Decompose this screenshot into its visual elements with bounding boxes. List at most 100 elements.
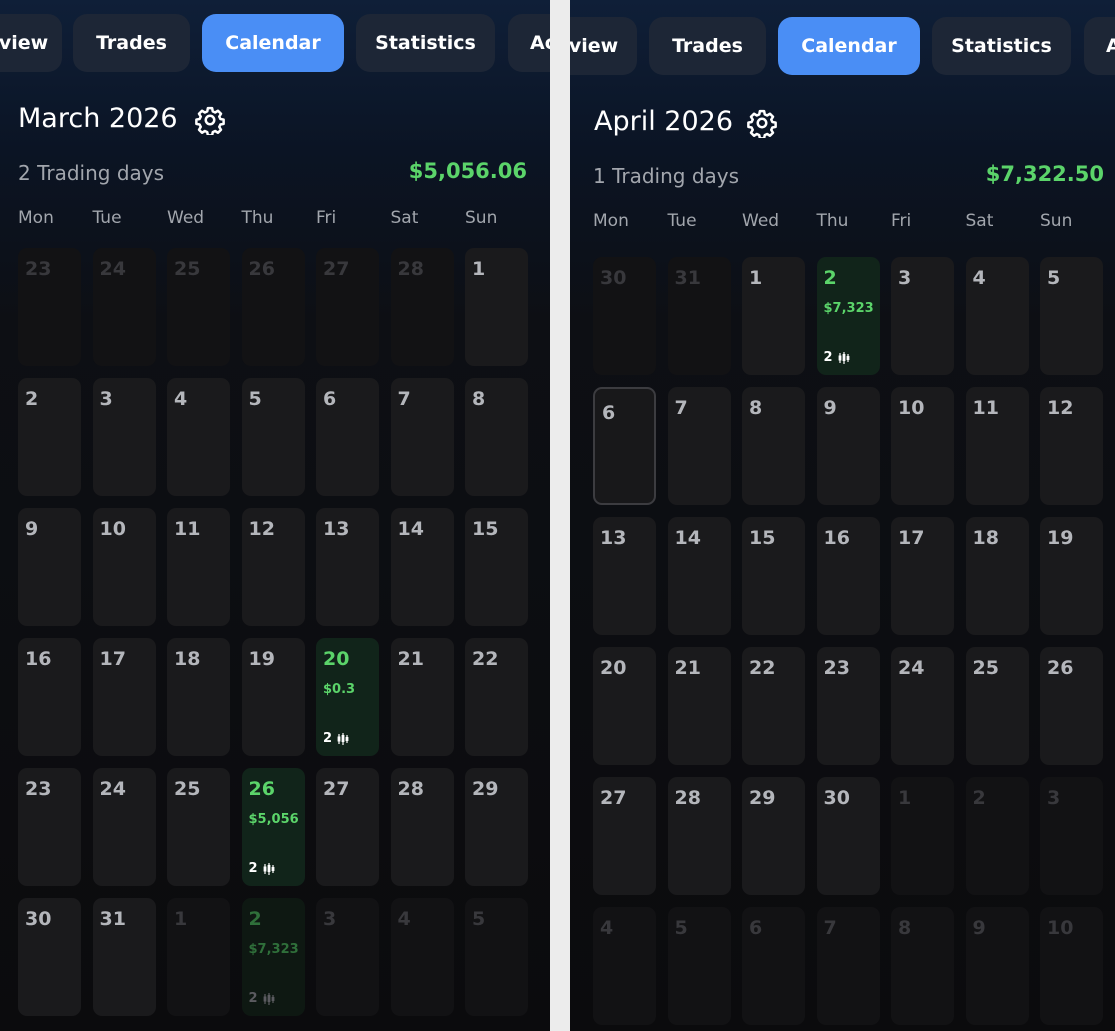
day-cell[interactable]: 8 xyxy=(891,907,954,1025)
day-cell[interactable]: 2 $7,323 2 xyxy=(241,898,305,1016)
day-cell[interactable]: 4 xyxy=(593,907,656,1025)
day-cell[interactable]: 27 xyxy=(593,777,656,895)
day-cell[interactable]: 10 xyxy=(891,387,954,505)
gear-icon[interactable] xyxy=(747,108,777,138)
tab-statistics[interactable]: Statistics xyxy=(932,17,1071,75)
day-cell[interactable]: 15 xyxy=(742,517,805,635)
day-cell[interactable]: 19 xyxy=(241,638,305,756)
tab-trades[interactable]: Trades xyxy=(649,17,766,75)
day-cell[interactable]: 25 xyxy=(167,248,230,366)
tab-overview[interactable]: view xyxy=(0,14,62,72)
tab-trades[interactable]: Trades xyxy=(73,14,190,72)
day-cell[interactable]: 10 xyxy=(92,508,156,626)
day-cell[interactable]: 6 xyxy=(742,907,805,1025)
day-cell[interactable]: 7 xyxy=(816,907,880,1025)
day-cell[interactable]: 2 xyxy=(18,378,81,496)
day-cell[interactable]: 17 xyxy=(92,638,156,756)
day-cell[interactable]: 12 xyxy=(241,508,305,626)
day-cell[interactable]: 3 xyxy=(316,898,379,1016)
gear-icon[interactable] xyxy=(195,105,225,135)
day-cell[interactable]: 31 xyxy=(92,898,156,1016)
day-cell[interactable]: 12 xyxy=(1040,387,1103,505)
day-cell[interactable]: 17 xyxy=(891,517,954,635)
day-cell[interactable]: 7 xyxy=(667,387,731,505)
day-cell[interactable]: 23 xyxy=(816,647,880,765)
day-cell[interactable]: 3 xyxy=(92,378,156,496)
day-cell[interactable]: 4 xyxy=(167,378,230,496)
day-cell[interactable]: 24 xyxy=(92,768,156,886)
day-number: 22 xyxy=(749,657,776,679)
day-cell[interactable]: 8 xyxy=(742,387,805,505)
day-cell[interactable]: 23 xyxy=(18,768,81,886)
day-cell[interactable]: 20 $0.3 2 xyxy=(316,638,379,756)
day-cell[interactable]: 31 xyxy=(667,257,731,375)
day-cell[interactable]: 1 xyxy=(167,898,230,1016)
day-cell[interactable]: 2 $7,323 2 xyxy=(816,257,880,375)
day-cell[interactable]: 20 xyxy=(593,647,656,765)
day-cell[interactable]: 16 xyxy=(816,517,880,635)
day-cell[interactable]: 29 xyxy=(742,777,805,895)
day-cell[interactable]: 1 xyxy=(891,777,954,895)
day-cell[interactable]: 3 xyxy=(891,257,954,375)
day-number: 2 xyxy=(248,908,262,930)
day-cell[interactable]: 2 xyxy=(965,777,1029,895)
day-cell[interactable]: 10 xyxy=(1040,907,1103,1025)
day-cell[interactable]: 22 xyxy=(742,647,805,765)
day-cell[interactable]: 9 xyxy=(965,907,1029,1025)
day-cell[interactable]: 4 xyxy=(390,898,454,1016)
day-cell[interactable]: 6 xyxy=(593,387,656,505)
day-cell[interactable]: 26 xyxy=(241,248,305,366)
day-cell[interactable]: 21 xyxy=(390,638,454,756)
day-cell[interactable]: 25 xyxy=(965,647,1029,765)
day-number: 23 xyxy=(25,258,52,280)
day-cell[interactable]: 27 xyxy=(316,248,379,366)
day-cell[interactable]: 25 xyxy=(167,768,230,886)
day-cell[interactable]: 21 xyxy=(667,647,731,765)
day-cell[interactable]: 27 xyxy=(316,768,379,886)
day-cell[interactable]: 11 xyxy=(167,508,230,626)
day-cell[interactable]: 5 xyxy=(465,898,528,1016)
tab-overview[interactable]: view xyxy=(570,17,637,75)
day-cell[interactable]: 30 xyxy=(18,898,81,1016)
day-cell[interactable]: 24 xyxy=(92,248,156,366)
day-cell[interactable]: 9 xyxy=(18,508,81,626)
day-cell[interactable]: 24 xyxy=(891,647,954,765)
day-cell[interactable]: 22 xyxy=(465,638,528,756)
day-cell[interactable]: 9 xyxy=(816,387,880,505)
day-cell[interactable]: 15 xyxy=(465,508,528,626)
day-cell[interactable]: 7 xyxy=(390,378,454,496)
day-cell[interactable]: 18 xyxy=(965,517,1029,635)
tab-accounts[interactable]: Ac xyxy=(508,14,550,72)
day-cell[interactable]: 5 xyxy=(667,907,731,1025)
day-cell[interactable]: 30 xyxy=(593,257,656,375)
day-cell[interactable]: 26 xyxy=(1040,647,1103,765)
day-cell[interactable]: 16 xyxy=(18,638,81,756)
day-cell[interactable]: 14 xyxy=(667,517,731,635)
day-cell[interactable]: 11 xyxy=(965,387,1029,505)
day-cell[interactable]: 14 xyxy=(390,508,454,626)
day-cell[interactable]: 13 xyxy=(316,508,379,626)
day-cell[interactable]: 26 $5,056 2 xyxy=(241,768,305,886)
tab-calendar[interactable]: Calendar xyxy=(778,17,920,75)
day-cell[interactable]: 4 xyxy=(965,257,1029,375)
day-cell[interactable]: 8 xyxy=(465,378,528,496)
tab-statistics[interactable]: Statistics xyxy=(356,14,495,72)
day-cell[interactable]: 28 xyxy=(667,777,731,895)
day-cell[interactable]: 19 xyxy=(1040,517,1103,635)
day-number: 8 xyxy=(749,397,763,419)
day-cell[interactable]: 30 xyxy=(816,777,880,895)
day-cell[interactable]: 13 xyxy=(593,517,656,635)
day-cell[interactable]: 1 xyxy=(742,257,805,375)
tab-calendar[interactable]: Calendar xyxy=(202,14,344,72)
day-cell[interactable]: 5 xyxy=(1040,257,1103,375)
day-cell[interactable]: 23 xyxy=(18,248,81,366)
day-cell[interactable]: 28 xyxy=(390,768,454,886)
day-cell[interactable]: 5 xyxy=(241,378,305,496)
day-cell[interactable]: 1 xyxy=(465,248,528,366)
tab-accounts[interactable]: A xyxy=(1084,17,1115,75)
day-cell[interactable]: 29 xyxy=(465,768,528,886)
day-cell[interactable]: 28 xyxy=(390,248,454,366)
day-cell[interactable]: 3 xyxy=(1040,777,1103,895)
day-cell[interactable]: 6 xyxy=(316,378,379,496)
day-cell[interactable]: 18 xyxy=(167,638,230,756)
